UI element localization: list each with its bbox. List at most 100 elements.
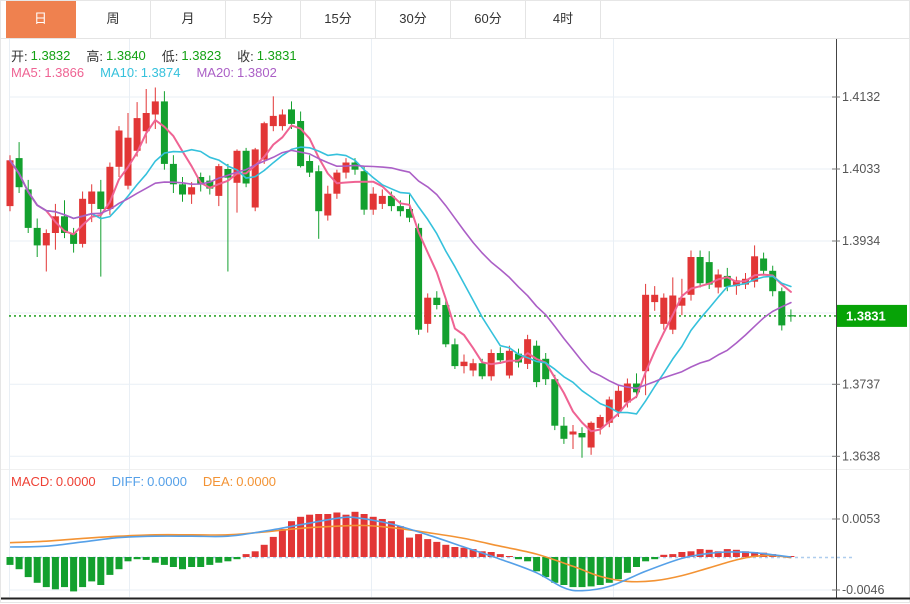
macd-bar — [142, 557, 150, 560]
legend-ohlc-close-value: 1.3831 — [256, 48, 297, 63]
macd-bar — [633, 557, 640, 567]
candle — [660, 293, 668, 330]
legend-ma-ma20-label: MA20: — [196, 65, 235, 80]
macd-bar — [542, 557, 550, 578]
candle — [524, 334, 532, 369]
macd-bar — [451, 547, 459, 557]
candle — [460, 354, 468, 374]
legend-macd-dea: DEA: 0.0000 — [203, 474, 276, 489]
tab-week[interactable]: 周 — [76, 1, 151, 38]
ohlc-legend: 开: 1.3832 高: 1.3840 低: 1.3823 收: 1.3831 — [11, 46, 297, 65]
legend-macd-dea-value: 0.0000 — [236, 474, 277, 489]
macd-bar — [97, 557, 105, 585]
legend-ma-ma20-value: 1.3802 — [237, 65, 277, 80]
ma-legend: MA5: 1.3866 MA10: 1.3874 MA20: 1.3802 — [11, 65, 277, 80]
macd-bar — [188, 557, 196, 567]
macd-bar — [569, 557, 577, 588]
tab-60min[interactable]: 60分 — [451, 1, 526, 38]
candlestick-chart-canvas[interactable]: 1.4132 1.4033 1.3934 1.3737 1.3638 0.0053 -0.0… — [1, 1, 910, 604]
legend-ohlc-open: 开: 1.3832 — [11, 46, 70, 65]
tab-30min[interactable]: 30分 — [376, 1, 451, 38]
tab-4hour[interactable]: 4时 — [526, 1, 601, 38]
tab-month[interactable]: 月 — [151, 1, 226, 38]
candle — [415, 223, 423, 335]
macd-bar — [442, 544, 450, 557]
candlestick-series — [6, 87, 795, 458]
macd-bar — [88, 557, 96, 582]
legend-macd-dea-label: DEA: — [202, 474, 234, 489]
period-tab-bar: 日周月 5分 15分 30分 60分 4时 — [1, 1, 909, 39]
macd-bar — [342, 514, 350, 557]
legend-ohlc-low-value: 1.3823 — [181, 48, 222, 63]
macd-bar — [614, 557, 622, 580]
tab-day[interactable]: 日 — [6, 1, 76, 38]
candle — [42, 229, 50, 272]
candle — [569, 425, 577, 449]
price-tick-label: 1.4033 — [842, 162, 880, 176]
macd-bar — [151, 557, 159, 563]
price-tick-label: 1.3638 — [842, 449, 880, 463]
macd-bar — [61, 557, 68, 588]
candle — [469, 358, 477, 377]
legend-ohlc-open-value: 1.3832 — [30, 48, 71, 63]
legend-ohlc-open-label: 开: — [11, 49, 28, 64]
legend-ma-ma5: MA5: 1.3866 — [11, 65, 84, 80]
macd-bar — [623, 557, 631, 573]
macd-bar — [179, 557, 186, 570]
legend-ma-ma10-value: 1.3874 — [140, 65, 181, 80]
macd-bar — [215, 557, 223, 563]
candle — [542, 353, 550, 385]
candle — [15, 142, 23, 193]
candle — [787, 309, 795, 322]
legend-ma-ma10-label: MA10: — [100, 65, 138, 80]
macd-bar — [415, 534, 423, 557]
candle — [33, 218, 41, 257]
macd-bar — [278, 529, 286, 557]
legend-ohlc-low: 低: 1.3823 — [162, 46, 221, 65]
current-price-badge: 1.3831 — [837, 304, 907, 327]
tab-15min[interactable]: 15分 — [301, 1, 376, 38]
macd-bar — [6, 557, 14, 565]
macd-bar — [70, 557, 78, 592]
macd-bar — [42, 557, 50, 588]
legend-ma-ma10: MA10: 1.3874 — [100, 65, 180, 80]
macd-histogram — [6, 511, 795, 592]
macd-bar — [515, 557, 522, 560]
macd-bar — [233, 557, 241, 560]
legend-macd-diff: DIFF: 0.0000 — [112, 474, 187, 489]
candle — [315, 165, 323, 239]
legend-ohlc-high: 高: 1.3840 — [86, 46, 145, 65]
candle — [297, 111, 305, 168]
macd-bar — [224, 557, 232, 562]
macd-tick-label: -0.0046 — [842, 583, 884, 597]
legend-macd-diff-value: 0.0000 — [147, 474, 187, 489]
macd-bar — [660, 554, 668, 557]
macd-bar — [396, 526, 404, 557]
macd-bar — [560, 557, 568, 585]
macd-bar — [651, 557, 659, 560]
candle — [778, 287, 786, 331]
legend-ma-ma20: MA20: 1.3802 — [196, 65, 276, 80]
macd-bar — [533, 557, 541, 572]
candle — [424, 293, 432, 333]
candle — [406, 194, 413, 223]
candle — [269, 96, 277, 132]
candle — [378, 189, 386, 209]
macd-bar — [124, 557, 132, 562]
candle — [97, 179, 105, 277]
macd-bar — [33, 557, 41, 583]
candle — [687, 250, 695, 301]
candle — [560, 417, 568, 444]
tab-5min[interactable]: 5分 — [226, 1, 301, 38]
candle — [278, 109, 286, 131]
ma20-line — [9, 149, 792, 390]
price-tick-label: 1.3934 — [842, 234, 880, 248]
macd-legend: MACD: 0.0000 DIFF: 0.0000 DEA: 0.0000 — [11, 474, 276, 489]
macd-bar — [732, 549, 740, 557]
candle — [188, 182, 196, 204]
macd-bar — [369, 516, 377, 557]
macd-bar — [496, 554, 504, 557]
macd-bar — [160, 557, 168, 565]
macd-bar — [460, 547, 468, 557]
macd-bar — [251, 551, 259, 557]
